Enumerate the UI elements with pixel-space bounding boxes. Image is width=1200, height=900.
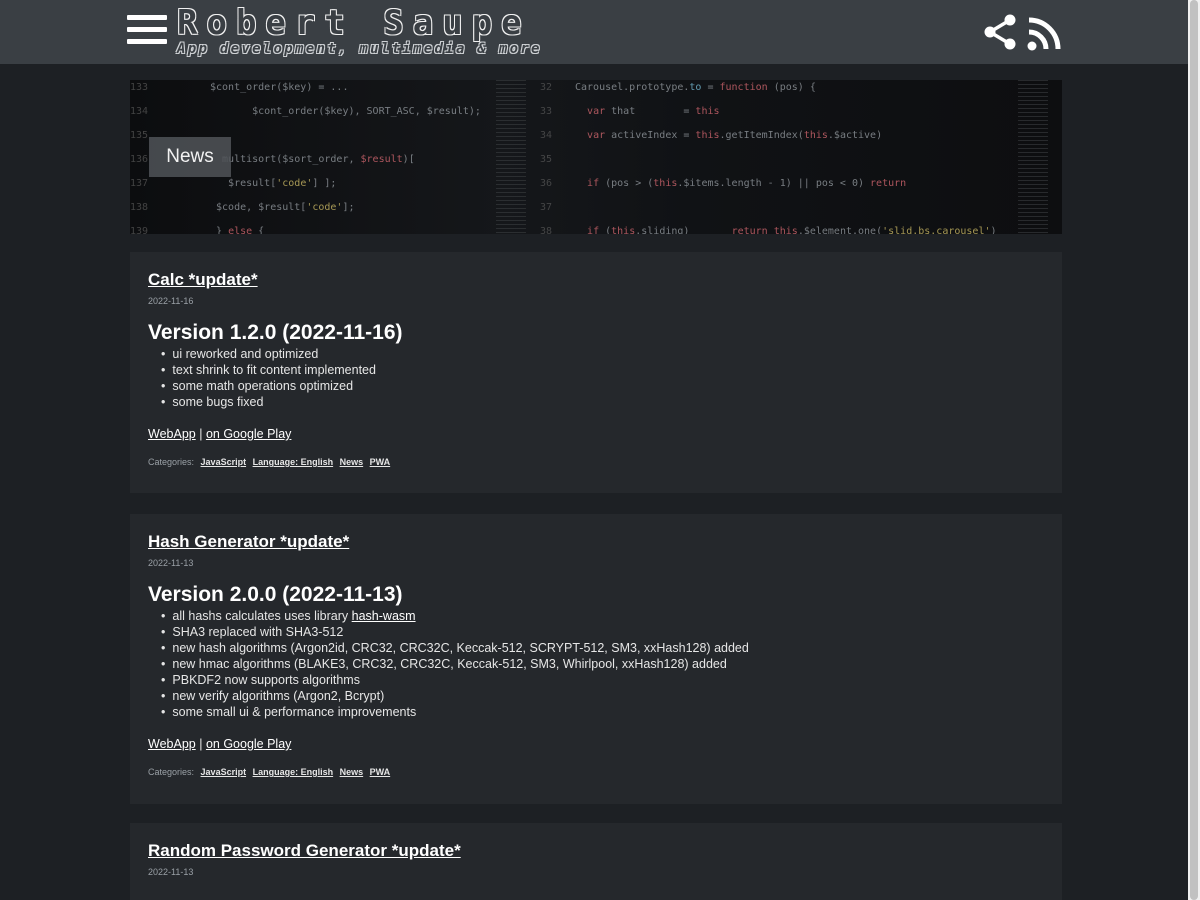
changelog-list: ui reworked and optimized text shrink to…	[148, 346, 1044, 410]
hero-minimap-right	[1018, 80, 1048, 234]
top-bar: Robert Saupe App development, multimedia…	[0, 0, 1188, 64]
list-item: all hashs calculates uses library hash-w…	[161, 608, 1044, 624]
hero-code-image-left-body: $cont_order($key) = ... $cont_order($key…	[210, 82, 481, 234]
list-item: ui reworked and optimized	[161, 346, 1044, 362]
category-link[interactable]: JavaScript	[201, 457, 247, 467]
share-icon[interactable]	[982, 14, 1018, 50]
link-separator: |	[199, 427, 203, 441]
rss-icon[interactable]	[1026, 16, 1062, 52]
hero-code-image-right: 32 33 34 35 36 37 38	[540, 82, 553, 234]
post-title-link[interactable]: Hash Generator *update*	[148, 532, 349, 552]
list-item: some small ui & performance improvements	[161, 704, 1044, 720]
category-link[interactable]: PWA	[370, 457, 391, 467]
post-card: Random Password Generator *update* 2022-…	[130, 823, 1062, 900]
category-link[interactable]: Language: English	[253, 457, 334, 467]
post-title-link[interactable]: Random Password Generator *update*	[148, 841, 461, 861]
site-brand[interactable]: Robert Saupe App development, multimedia…	[177, 4, 542, 56]
hash-wasm-link[interactable]: hash-wasm	[352, 609, 416, 623]
list-item: text shrink to fit content implemented	[161, 362, 1044, 378]
post-card: Hash Generator *update* 2022-11-13 Versi…	[130, 514, 1062, 804]
menu-icon[interactable]	[127, 15, 167, 51]
hero-code-image-right-body: Carousel.prototype.to = function (pos) {…	[575, 82, 997, 234]
list-item: some bugs fixed	[161, 394, 1044, 410]
category-link[interactable]: JavaScript	[201, 767, 247, 777]
scrollbar-thumb[interactable]	[1190, 0, 1198, 900]
list-item: new hash algorithms (Argon2id, CRC32, CR…	[161, 640, 1044, 656]
categories-label: Categories:	[148, 457, 195, 467]
list-item-text: all hashs calculates uses library	[172, 609, 349, 623]
post-card: Calc *update* 2022-11-16 Version 1.2.0 (…	[130, 252, 1062, 493]
hero-minimap	[496, 80, 526, 234]
post-categories: Categories: JavaScript Language: English…	[148, 457, 1044, 467]
post-version-heading: Version 1.2.0 (2022-11-16)	[148, 321, 403, 344]
webapp-link[interactable]: WebApp	[148, 737, 196, 751]
post-date: 2022-11-13	[148, 867, 194, 877]
page-scrollbar[interactable]	[1188, 0, 1200, 900]
post-title-link[interactable]: Calc *update*	[148, 270, 258, 290]
list-item: SHA3 replaced with SHA3-512	[161, 624, 1044, 640]
category-link[interactable]: Language: English	[253, 767, 334, 777]
list-item: new hmac algorithms (BLAKE3, CRC32, CRC3…	[161, 656, 1044, 672]
webapp-link[interactable]: WebApp	[148, 427, 196, 441]
post-date: 2022-11-13	[148, 558, 194, 568]
categories-label: Categories:	[148, 767, 195, 777]
changelog-list: all hashs calculates uses library hash-w…	[148, 608, 1044, 720]
category-link[interactable]: News	[340, 767, 364, 777]
hero-code-image-left: 133 134 135 136 137 138 139 140	[130, 82, 149, 234]
google-play-link[interactable]: on Google Play	[206, 737, 291, 751]
link-separator: |	[199, 737, 203, 751]
post-date: 2022-11-16	[148, 296, 194, 306]
category-link[interactable]: PWA	[370, 767, 391, 777]
google-play-link[interactable]: on Google Play	[206, 427, 291, 441]
hero-banner: 133 134 135 136 137 138 139 140 $cont_or…	[130, 80, 1062, 234]
post-links: WebApp | on Google Play	[148, 737, 1044, 751]
post-categories: Categories: JavaScript Language: English…	[148, 767, 1044, 777]
post-version-heading: Version 2.0.0 (2022-11-13)	[148, 583, 403, 606]
site-subtitle: App development, multimedia & more	[177, 41, 542, 57]
category-link[interactable]: News	[340, 457, 364, 467]
site-title[interactable]: Robert Saupe	[177, 4, 542, 42]
hero-label[interactable]: News	[149, 137, 231, 177]
post-links: WebApp | on Google Play	[148, 427, 1044, 441]
list-item: PBKDF2 now supports algorithms	[161, 672, 1044, 688]
list-item: new verify algorithms (Argon2, Bcrypt)	[161, 688, 1044, 704]
list-item: some math operations optimized	[161, 378, 1044, 394]
